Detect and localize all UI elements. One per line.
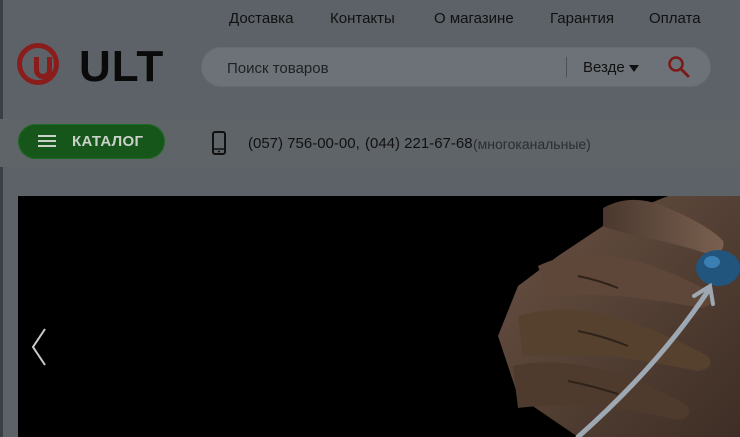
site-logo[interactable]: ULT xyxy=(17,43,167,93)
chevron-left-icon[interactable] xyxy=(30,327,50,367)
nav-link-about[interactable]: О магазине xyxy=(434,10,514,27)
page-overlay: Доставка Контакты О магазине Гарантия Оп… xyxy=(0,0,740,437)
ult-logo-icon xyxy=(17,43,59,85)
search-icon[interactable] xyxy=(667,55,691,79)
search-divider xyxy=(566,57,567,77)
nav-link-contacts[interactable]: Контакты xyxy=(330,10,395,27)
window-edge xyxy=(0,0,3,437)
search-bar: Везде xyxy=(201,47,711,87)
top-navigation: Доставка Контакты О магазине Гарантия Оп… xyxy=(0,0,740,36)
hero-banner[interactable] xyxy=(18,196,740,437)
nav-link-warranty[interactable]: Гарантия xyxy=(550,10,614,27)
phone-note: (многоканальные) xyxy=(473,136,591,152)
logo-text: ULT xyxy=(79,42,165,91)
catalog-button-label: КАТАЛОГ xyxy=(72,133,144,150)
phone-number-kyiv[interactable]: (044) 221-67-68 xyxy=(365,135,473,152)
nav-link-delivery[interactable]: Доставка xyxy=(229,10,293,27)
catalog-button[interactable]: КАТАЛОГ xyxy=(18,124,165,159)
chevron-down-icon[interactable] xyxy=(629,65,639,72)
phone-number-kharkiv[interactable]: (057) 756-00-00, xyxy=(248,135,360,152)
hamburger-icon xyxy=(38,135,56,148)
search-scope-select[interactable]: Везде xyxy=(583,59,625,76)
nav-link-payment[interactable]: Оплата xyxy=(649,10,701,27)
search-input[interactable] xyxy=(225,57,549,79)
hand-drawing-arrow-image xyxy=(498,196,740,437)
phone-icon xyxy=(212,131,226,155)
